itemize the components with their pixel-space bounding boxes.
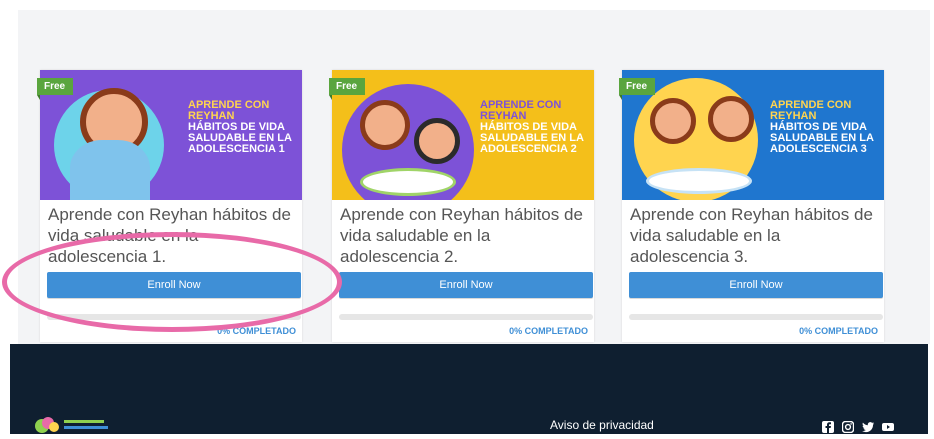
course-thumbnail-2[interactable]: APRENDE CON REYHAN HÁBITOS DE VIDA SALUD…: [332, 70, 594, 200]
progress-label: 0% COMPLETADO: [509, 326, 588, 336]
foundation-logo[interactable]: [34, 416, 114, 434]
course-title[interactable]: Aprende con Reyhan hábitos de vida salud…: [48, 204, 298, 267]
thumbnail-title: APRENDE CON REYHAN HÁBITOS DE VIDA SALUD…: [770, 99, 874, 155]
character-figure: [360, 100, 410, 150]
course-thumbnail-1[interactable]: APRENDE CON REYHAN HÁBITOS DE VIDA SALUD…: [40, 70, 302, 200]
course-thumbnail-3[interactable]: APRENDE CON REYHAN HÁBITOS DE VIDA SALUD…: [622, 70, 884, 200]
enroll-now-button[interactable]: Enroll Now: [339, 272, 593, 298]
course-card-1[interactable]: APRENDE CON REYHAN HÁBITOS DE VIDA SALUD…: [37, 70, 302, 342]
facebook-icon[interactable]: [822, 421, 834, 433]
free-badge: Free: [619, 78, 656, 100]
site-footer: Aviso de privacidad: [10, 344, 928, 434]
free-badge: Free: [329, 78, 366, 100]
food-plate: [360, 168, 456, 196]
character-figure: [650, 98, 696, 144]
thumbnail-title: APRENDE CON REYHAN HÁBITOS DE VIDA SALUD…: [480, 99, 584, 155]
free-badge: Free: [37, 78, 74, 100]
privacy-link[interactable]: Aviso de privacidad: [550, 418, 654, 432]
course-card-3[interactable]: APRENDE CON REYHAN HÁBITOS DE VIDA SALUD…: [619, 70, 884, 342]
course-title[interactable]: Aprende con Reyhan hábitos de vida salud…: [630, 204, 880, 267]
enroll-now-button[interactable]: Enroll Now: [47, 272, 301, 298]
social-links: [822, 420, 894, 434]
enroll-now-button[interactable]: Enroll Now: [629, 272, 883, 298]
food-plate: [646, 168, 752, 194]
twitter-icon[interactable]: [862, 421, 874, 433]
progress-label: 0% COMPLETADO: [799, 326, 878, 336]
progress-bar: [47, 314, 301, 320]
progress-bar: [339, 314, 593, 320]
logo-graphic: [35, 417, 108, 433]
progress-bar: [629, 314, 883, 320]
progress-label: 0% COMPLETADO: [217, 326, 296, 336]
instagram-icon[interactable]: [841, 420, 855, 434]
character-figure-2: [414, 118, 460, 164]
character-figure-2: [708, 96, 754, 142]
thumbnail-title: APRENDE CON REYHAN HÁBITOS DE VIDA SALUD…: [188, 99, 292, 155]
character-body: [70, 140, 150, 200]
course-card-2[interactable]: APRENDE CON REYHAN HÁBITOS DE VIDA SALUD…: [329, 70, 594, 342]
course-title[interactable]: Aprende con Reyhan hábitos de vida salud…: [340, 204, 590, 267]
youtube-icon[interactable]: [882, 421, 894, 433]
